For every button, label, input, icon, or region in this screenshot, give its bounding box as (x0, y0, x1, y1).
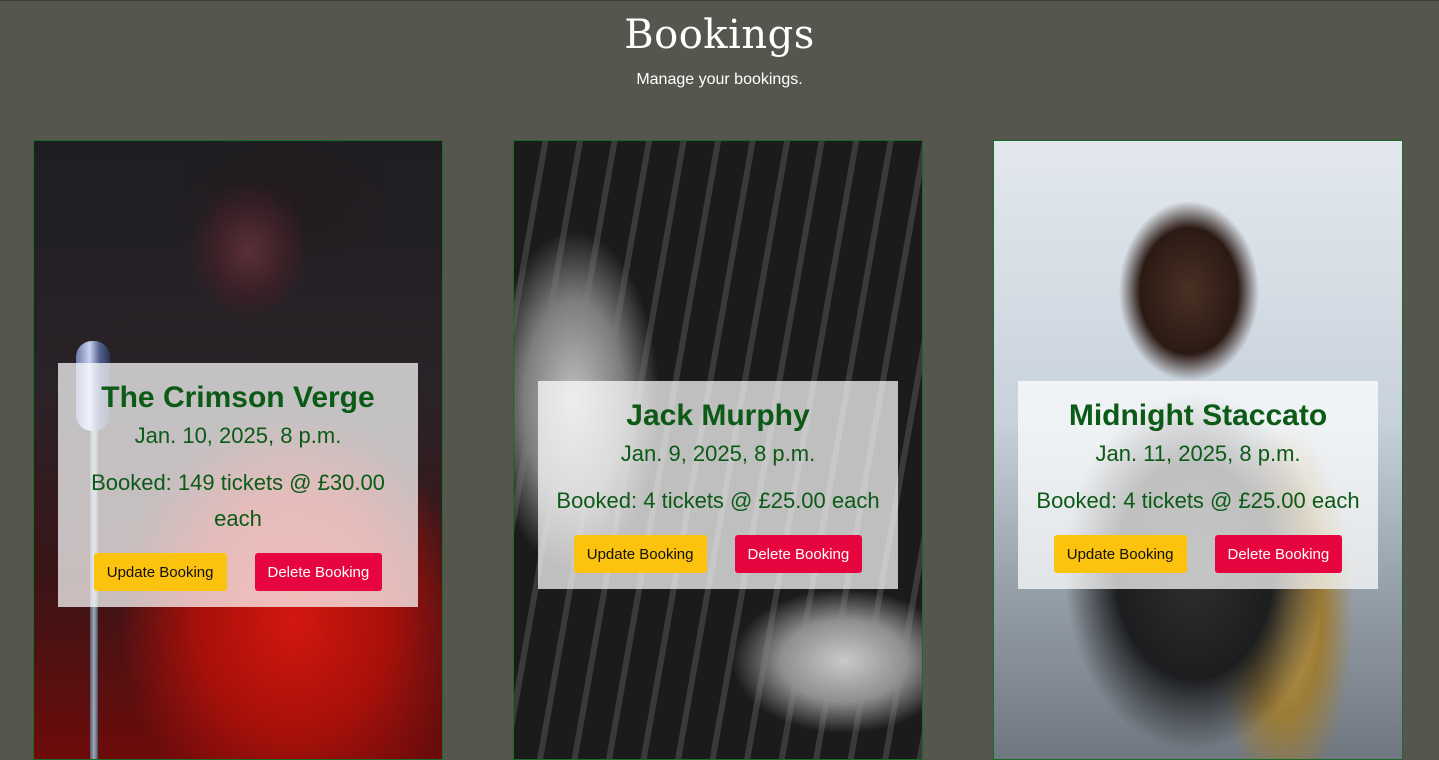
booking-info: Booked: 4 tickets @ £25.00 each (1036, 488, 1360, 513)
page-title: Bookings (624, 12, 815, 58)
booking-details: The Crimson Verge Jan. 10, 2025, 8 p.m. … (58, 363, 418, 607)
update-booking-button[interactable]: Update Booking (93, 553, 227, 591)
booking-details: Jack Murphy Jan. 9, 2025, 8 p.m. Booked:… (538, 381, 898, 589)
event-date: Jan. 10, 2025, 8 p.m. (134, 423, 342, 448)
booking-info: Booked: 4 tickets @ £25.00 each (556, 488, 880, 513)
booking-info: Booked: 149 tickets @ £30.00 each (91, 470, 385, 531)
event-date: Jan. 11, 2025, 8 p.m. (1095, 441, 1301, 466)
delete-booking-button[interactable]: Delete Booking (734, 535, 863, 573)
booking-card: Jack Murphy Jan. 9, 2025, 8 p.m. Booked:… (513, 140, 923, 760)
delete-booking-button[interactable]: Delete Booking (1214, 535, 1343, 573)
event-name: The Crimson Verge (101, 381, 375, 414)
booking-card: Midnight Staccato Jan. 11, 2025, 8 p.m. … (993, 140, 1403, 760)
update-booking-button[interactable]: Update Booking (1053, 535, 1187, 573)
booking-actions: Update Booking Delete Booking (1018, 535, 1378, 573)
page-subtitle: Manage your bookings. (636, 71, 803, 88)
event-name: Midnight Staccato (1068, 399, 1328, 432)
booking-details: Midnight Staccato Jan. 11, 2025, 8 p.m. … (1018, 381, 1378, 589)
event-name: Jack Murphy (626, 399, 810, 432)
booking-actions: Update Booking Delete Booking (538, 535, 898, 573)
booking-actions: Update Booking Delete Booking (58, 553, 418, 591)
top-rule (0, 0, 1439, 1)
booking-card: The Crimson Verge Jan. 10, 2025, 8 p.m. … (33, 140, 443, 760)
delete-booking-button[interactable]: Delete Booking (254, 553, 383, 591)
event-date: Jan. 9, 2025, 8 p.m. (620, 441, 816, 466)
update-booking-button[interactable]: Update Booking (573, 535, 707, 573)
page-header: Bookings Manage your bookings. (0, 8, 1439, 90)
